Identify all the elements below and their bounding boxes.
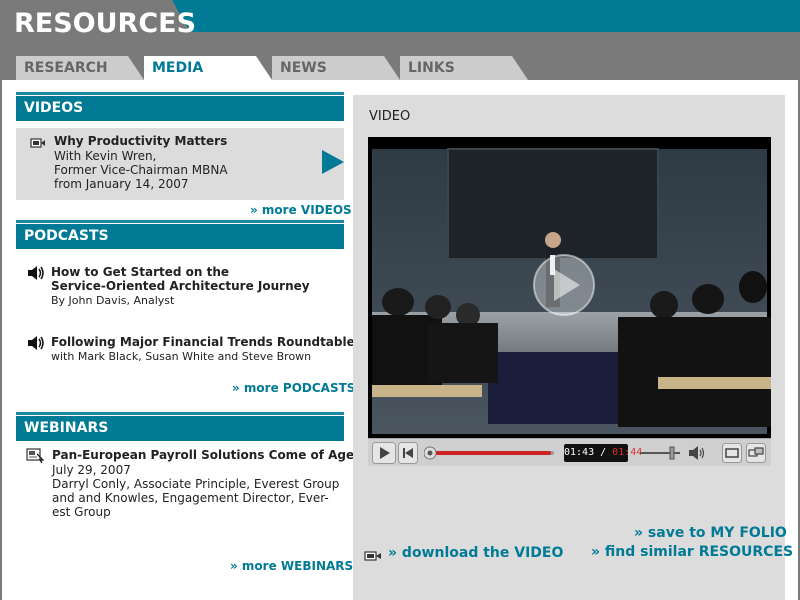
- webinar-presenters: and and Knowles, Engagement Director, Ev…: [52, 491, 329, 505]
- video-player-panel: VIDEO 01:43 / 01:44 » save to MY FOLIO »…: [353, 95, 793, 600]
- video-camera-icon: [364, 551, 381, 561]
- fullscreen-icon[interactable]: [746, 443, 766, 463]
- save-to-folio-link[interactable]: » save to MY FOLIO: [634, 525, 787, 541]
- tab-links[interactable]: LINKS: [400, 56, 528, 80]
- time-separator: /: [594, 447, 613, 458]
- page-title: RESOURCES: [14, 8, 197, 39]
- play-button[interactable]: [372, 442, 396, 464]
- video-panel-label: VIDEO: [369, 109, 411, 124]
- videos-heading: VIDEOS: [16, 92, 344, 121]
- find-similar-link[interactable]: » find similar RESOURCES: [591, 544, 793, 560]
- volume-slider[interactable]: [638, 444, 688, 462]
- tab-media[interactable]: MEDIA: [144, 56, 272, 80]
- more-podcasts-link[interactable]: » more PODCASTS: [232, 381, 355, 395]
- webinar-screen-icon: [26, 448, 44, 464]
- rewind-button[interactable]: [398, 442, 418, 464]
- tab-research[interactable]: RESEARCH: [16, 56, 144, 80]
- window-mode-icon[interactable]: [722, 443, 742, 463]
- webinar-presenters: est Group: [52, 505, 111, 519]
- more-videos-link[interactable]: » more VIDEOS: [250, 203, 352, 217]
- progress-bar[interactable]: [424, 445, 558, 461]
- more-webinars-link[interactable]: » more WEBINARS: [230, 559, 353, 573]
- speaker-icon: [28, 266, 44, 280]
- video-speaker-role: Former Vice-Chairman MBNA: [54, 163, 228, 177]
- speaker-icon: [28, 336, 44, 350]
- video-controls: 01:43 / 01:44: [368, 438, 771, 466]
- progress-fill: [428, 451, 551, 455]
- video-speaker: With Kevin Wren,: [54, 149, 157, 163]
- volume-icon[interactable]: [688, 444, 706, 462]
- podcast-byline: with Mark Black, Susan White and Steve B…: [51, 350, 312, 363]
- play-arrow-icon[interactable]: [322, 150, 344, 174]
- podcast-title-line[interactable]: Service-Oriented Architecture Journey: [51, 279, 310, 293]
- header-accent-bar: [190, 0, 800, 32]
- webinars-heading: WEBINARS: [16, 412, 344, 441]
- webinar-presenters: Darryl Conly, Associate Principle, Evere…: [52, 477, 340, 491]
- video-list-item[interactable]: Why Productivity Matters With Kevin Wren…: [16, 128, 344, 200]
- webinar-title[interactable]: Pan-European Payroll Solutions Come of A…: [52, 448, 354, 462]
- podcasts-heading: PODCASTS: [16, 220, 344, 249]
- video-screen[interactable]: [368, 137, 771, 438]
- site-header: RESOURCES RESEARCH MEDIA NEWS LINKS: [0, 0, 800, 80]
- podcast-title-line[interactable]: How to Get Started on the: [51, 265, 229, 279]
- video-title[interactable]: Why Productivity Matters: [54, 134, 227, 148]
- tab-news[interactable]: NEWS: [272, 56, 400, 80]
- video-frame-image: [372, 148, 771, 434]
- video-camera-icon: [30, 138, 45, 148]
- volume-handle[interactable]: [669, 446, 675, 460]
- webinar-date: July 29, 2007: [52, 463, 131, 477]
- podcast-title-line[interactable]: Following Major Financial Trends Roundta…: [51, 335, 355, 349]
- main-panel: VIDEOS Why Productivity Matters With Kev…: [2, 80, 798, 600]
- time-display: 01:43 / 01:44: [564, 444, 642, 462]
- video-date: from January 14, 2007: [54, 177, 189, 191]
- download-video-link[interactable]: » download the VIDEO: [388, 545, 563, 561]
- podcast-byline: By John Davis, Analyst: [51, 294, 175, 307]
- time-current: 01:43: [564, 447, 595, 458]
